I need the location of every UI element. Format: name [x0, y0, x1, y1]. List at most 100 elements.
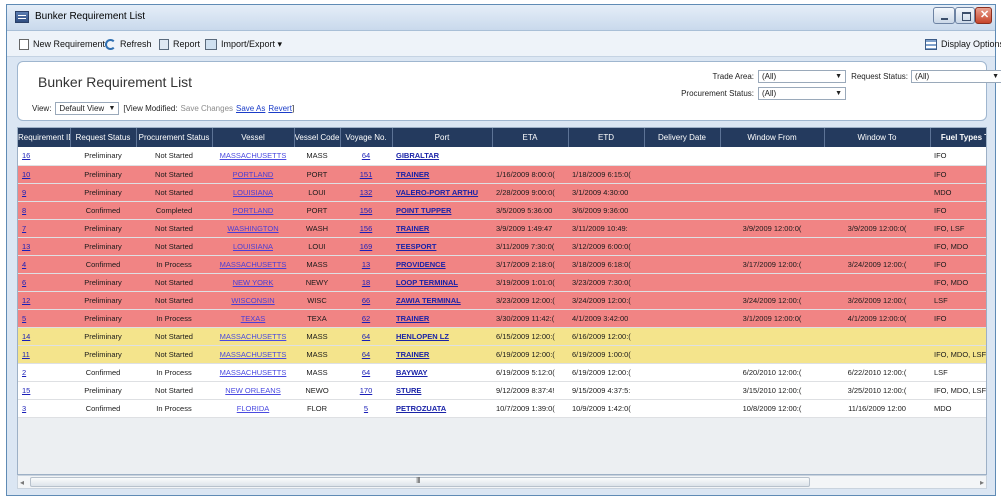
horizontal-scrollbar[interactable]: ◂ III ▸: [17, 475, 987, 489]
trade-area-select[interactable]: (All) ▼: [758, 70, 846, 83]
column-header-window-from[interactable]: Window From: [720, 128, 825, 147]
table-row[interactable]: 2 Confirmed In Process MASSACHUSETTS MASS 64 B…: [18, 363, 986, 382]
table-row[interactable]: 11 Preliminary Not Started MASSACHUSETTS MAS…: [18, 345, 986, 364]
scroll-right-arrow[interactable]: ▸: [980, 478, 984, 487]
column-header-requirement-id[interactable]: Requirement ID: [18, 128, 71, 147]
view-select[interactable]: Default View ▼: [55, 102, 120, 115]
port-link[interactable]: TRAINER: [396, 170, 429, 179]
column-header-eta[interactable]: ETA: [492, 128, 569, 147]
column-header-etd[interactable]: ETD: [568, 128, 645, 147]
port-link[interactable]: POINT TUPPER: [396, 206, 451, 215]
vessel-link[interactable]: NEW ORLEANS: [225, 386, 280, 395]
refresh-button[interactable]: Refresh: [105, 37, 152, 51]
voyage-no-link[interactable]: 170: [360, 386, 373, 395]
requirement-id-link[interactable]: 7: [22, 224, 26, 233]
requirement-id-link[interactable]: 8: [22, 206, 26, 215]
port-link[interactable]: PETROZUATA: [396, 404, 446, 413]
vessel-link[interactable]: LOUISIANA: [233, 242, 273, 251]
requirement-id-link[interactable]: 4: [22, 260, 26, 269]
port-link[interactable]: GIBRALTAR: [396, 151, 439, 160]
requirement-id-link[interactable]: 11: [22, 350, 30, 359]
voyage-no-link[interactable]: 64: [362, 332, 370, 341]
table-row[interactable]: 16 Preliminary Not Started MASSACHUSETTS MAS…: [18, 147, 986, 166]
table-row[interactable]: 15 Preliminary Not Started NEW ORLEANS NEWO 1…: [18, 381, 986, 400]
voyage-no-link[interactable]: 64: [362, 368, 370, 377]
requirement-id-link[interactable]: 6: [22, 278, 26, 287]
voyage-no-link[interactable]: 156: [360, 206, 373, 215]
procurement-status-select[interactable]: (All) ▼: [758, 87, 846, 100]
table-row[interactable]: 13 Preliminary Not Started LOUISIANA LOUI 169…: [18, 237, 986, 256]
port-link[interactable]: TRAINER: [396, 224, 429, 233]
port-link[interactable]: LOOP TERMINAL: [396, 278, 458, 287]
column-header-voyage-no[interactable]: Voyage No.: [340, 128, 393, 147]
port-link[interactable]: TRAINER: [396, 314, 429, 323]
close-button[interactable]: ✕: [975, 7, 992, 24]
requirement-id-link[interactable]: 14: [22, 332, 30, 341]
vessel-link[interactable]: MASSACHUSETTS: [220, 332, 287, 341]
table-row[interactable]: 9 Preliminary Not Started LOUISIANA LOUI 132 V…: [18, 183, 986, 202]
voyage-no-link[interactable]: 66: [362, 296, 370, 305]
save-changes-link[interactable]: Save Changes: [181, 104, 233, 113]
voyage-no-link[interactable]: 5: [364, 404, 368, 413]
port-link[interactable]: TEESPORT: [396, 242, 436, 251]
vessel-link[interactable]: MASSACHUSETTS: [220, 151, 287, 160]
port-link[interactable]: STURE: [396, 386, 421, 395]
column-header-vessel[interactable]: Vessel: [212, 128, 295, 147]
maximize-button[interactable]: [955, 7, 975, 24]
port-link[interactable]: TRAINER: [396, 350, 429, 359]
voyage-no-link[interactable]: 18: [362, 278, 370, 287]
vessel-link[interactable]: PORTLAND: [233, 206, 274, 215]
table-row[interactable]: 3 Confirmed In Process FLORIDA FLOR 5 PETROZUA…: [18, 399, 986, 418]
requirement-id-link[interactable]: 9: [22, 188, 26, 197]
requirement-id-link[interactable]: 12: [22, 296, 30, 305]
table-row[interactable]: 7 Preliminary Not Started WASHINGTON WASH 156…: [18, 219, 986, 238]
vessel-link[interactable]: FLORIDA: [237, 404, 270, 413]
column-header-procurement-status[interactable]: Procurement Status: [136, 128, 213, 147]
table-row[interactable]: 12 Preliminary Not Started WISCONSIN WISC 66 Z…: [18, 291, 986, 310]
column-header-port[interactable]: Port: [392, 128, 493, 147]
column-header-vessel-code[interactable]: Vessel Code: [294, 128, 341, 147]
requirement-id-link[interactable]: 16: [22, 151, 30, 160]
voyage-no-link[interactable]: 62: [362, 314, 370, 323]
display-options-button[interactable]: Display Options ▾: [925, 37, 1001, 51]
table-row[interactable]: 4 Confirmed In Process MASSACHUSETTS MASS 13 P…: [18, 255, 986, 274]
column-header-fuel-types[interactable]: Fuel Types T: [930, 128, 986, 147]
request-status-select[interactable]: (All) ▼: [911, 70, 1001, 83]
requirement-id-link[interactable]: 10: [22, 170, 30, 179]
revert-link[interactable]: Revert: [268, 104, 292, 113]
table-row[interactable]: 14 Preliminary Not Started MASSACHUSETTS MAS…: [18, 327, 986, 346]
voyage-no-link[interactable]: 13: [362, 260, 370, 269]
new-requirement-button[interactable]: New Requirement: [19, 37, 105, 51]
requirement-id-link[interactable]: 3: [22, 404, 26, 413]
port-link[interactable]: VALERO-PORT ARTHU: [396, 188, 478, 197]
report-button[interactable]: Report: [159, 37, 200, 51]
scroll-left-arrow[interactable]: ◂: [20, 478, 24, 487]
vessel-link[interactable]: LOUISIANA: [233, 188, 273, 197]
vessel-link[interactable]: TEXAS: [241, 314, 266, 323]
table-row[interactable]: 10 Preliminary Not Started PORTLAND PORT 151 T…: [18, 165, 986, 184]
table-row[interactable]: 8 Confirmed Completed PORTLAND PORT 156 POINT …: [18, 201, 986, 220]
vessel-link[interactable]: NEW YORK: [233, 278, 274, 287]
requirement-id-link[interactable]: 15: [22, 386, 30, 395]
vessel-link[interactable]: WISCONSIN: [231, 296, 274, 305]
requirement-id-link[interactable]: 2: [22, 368, 26, 377]
table-row[interactable]: 6 Preliminary Not Started NEW YORK NEWY 18 LOO…: [18, 273, 986, 292]
voyage-no-link[interactable]: 64: [362, 151, 370, 160]
port-link[interactable]: HENLOPEN LZ: [396, 332, 449, 341]
vessel-link[interactable]: WASHINGTON: [227, 224, 278, 233]
column-header-request-status[interactable]: Request Status: [70, 128, 137, 147]
port-link[interactable]: BAYWAY: [396, 368, 428, 377]
vessel-link[interactable]: MASSACHUSETTS: [220, 260, 287, 269]
port-link[interactable]: ZAWIA TERMINAL: [396, 296, 461, 305]
vessel-link[interactable]: MASSACHUSETTS: [220, 368, 287, 377]
port-link[interactable]: PROVIDENCE: [396, 260, 446, 269]
voyage-no-link[interactable]: 132: [360, 188, 373, 197]
table-row[interactable]: 5 Preliminary In Process TEXAS TEXA 62 TRAINER…: [18, 309, 986, 328]
import-export-button[interactable]: Import/Export ▾: [205, 37, 282, 51]
column-header-window-to[interactable]: Window To: [824, 128, 931, 147]
voyage-no-link[interactable]: 64: [362, 350, 370, 359]
voyage-no-link[interactable]: 169: [360, 242, 373, 251]
save-as-link[interactable]: Save As: [236, 104, 265, 113]
requirement-id-link[interactable]: 5: [22, 314, 26, 323]
voyage-no-link[interactable]: 151: [360, 170, 373, 179]
